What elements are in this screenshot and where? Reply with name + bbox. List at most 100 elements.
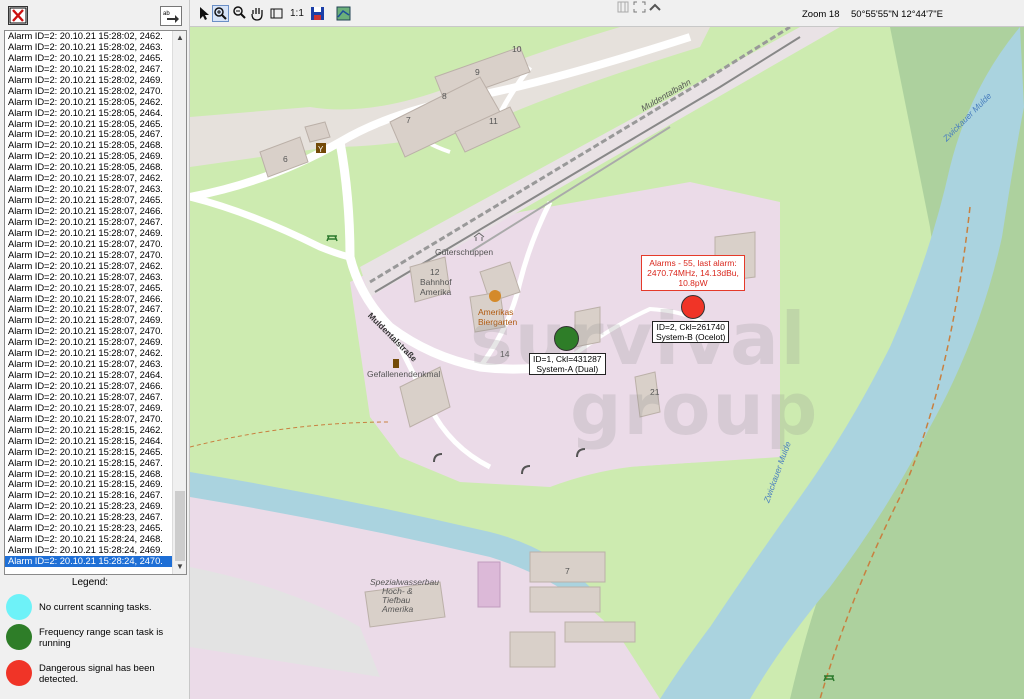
map-window-controls [616, 0, 661, 14]
scroll-up-icon[interactable]: ▲ [173, 31, 186, 45]
save-button[interactable] [309, 5, 326, 22]
export-alarms-button[interactable]: ab [160, 6, 182, 26]
legend-item-scanning: Frequency range scan task is running [6, 624, 186, 654]
alarm-list-item[interactable]: Alarm ID=2: 20.10.21 15:28:07, 2469. [5, 337, 173, 348]
alarm-list-item[interactable]: Alarm ID=2: 20.10.21 15:28:07, 2465. [5, 283, 173, 294]
cursor-coordinates: 50°55'55"N 12°44'7"E [851, 9, 943, 20]
alarm-list-item[interactable]: Alarm ID=2: 20.10.21 15:28:05, 2468. [5, 162, 173, 173]
alarm-list-scrollbar[interactable]: ▲ ▼ [172, 31, 186, 574]
zoom-out-tool-button[interactable] [231, 5, 248, 22]
alarm-list-item[interactable]: Alarm ID=2: 20.10.21 15:28:07, 2467. [5, 304, 173, 315]
zoom-out-icon [233, 6, 246, 19]
alarm-list-item[interactable]: Alarm ID=2: 20.10.21 15:28:07, 2466. [5, 206, 173, 217]
house-number: 8 [442, 91, 447, 101]
system-b-label: ID=2, Ckl=261740 System-B (Ocelot) [652, 321, 730, 343]
house-number: 21 [650, 387, 660, 397]
alarm-list-item[interactable]: Alarm ID=2: 20.10.21 15:28:07, 2462. [5, 173, 173, 184]
system-a-marker[interactable] [554, 326, 579, 351]
chevron-up-icon[interactable] [649, 3, 661, 11]
alarm-list-item[interactable]: Alarm ID=2: 20.10.21 15:28:15, 2467. [5, 458, 173, 469]
poi-label: Biergarten [478, 317, 518, 327]
place-label: Bahnhof [420, 277, 452, 287]
house-number: 7 [565, 566, 570, 576]
house-number: 6 [283, 154, 288, 164]
map-layers-icon [336, 6, 351, 21]
alarm-list[interactable]: Alarm ID=2: 20.10.21 15:28:02, 2462. Alar… [4, 30, 187, 575]
map-view[interactable]: Muldentalbahn Muldentalstraße Güterschup… [190, 27, 1024, 699]
satellite-dish-icon [433, 453, 443, 463]
zoom-in-tool-button[interactable] [212, 5, 229, 22]
alarm-list-item[interactable]: Alarm ID=2: 20.10.21 15:28:23, 2469. [5, 501, 173, 512]
idle-status-icon [6, 594, 32, 620]
alarm-list-item[interactable]: Alarm ID=2: 20.10.21 15:28:02, 2469. [5, 75, 173, 86]
alarm-list-item[interactable]: Alarm ID=2: 20.10.21 15:28:05, 2465. [5, 119, 173, 130]
danger-status-icon [6, 660, 32, 686]
alarm-list-item[interactable]: Alarm ID=2: 20.10.21 15:28:05, 2464. [5, 108, 173, 119]
zoom-rectangle-tool-button[interactable] [268, 5, 285, 22]
close-icon [9, 7, 27, 24]
system-a-id: ID=1, Ckl=431287 [533, 354, 602, 364]
house-number: 7 [406, 115, 411, 125]
alarm-list-item[interactable]: Alarm ID=2: 20.10.21 15:28:07, 2466. [5, 381, 173, 392]
legend-title: Legend: [71, 577, 109, 588]
alarm-list-item[interactable]: Alarm ID=2: 20.10.21 15:28:07, 2467. [5, 217, 173, 228]
alarm-list-item[interactable]: Alarm ID=2: 20.10.21 15:28:05, 2469. [5, 151, 173, 162]
alarm-list-item[interactable]: Alarm ID=2: 20.10.21 15:28:02, 2462. [5, 31, 173, 42]
alarm-list-item[interactable]: Alarm ID=2: 20.10.21 15:28:07, 2467. [5, 392, 173, 403]
expand-icon[interactable] [633, 1, 646, 13]
scale-1to1-button[interactable]: 1:1 [290, 8, 304, 19]
alarm-list-item[interactable]: Alarm ID=2: 20.10.21 15:28:07, 2464. [5, 370, 173, 381]
alarm-list-item[interactable]: Alarm ID=2: 20.10.21 15:28:15, 2462. [5, 425, 173, 436]
alarm-list-item[interactable]: Alarm ID=2: 20.10.21 15:28:07, 2463. [5, 359, 173, 370]
svg-text:ab: ab [163, 11, 170, 17]
alarm-list-item[interactable]: Alarm ID=2: 20.10.21 15:28:07, 2465. [5, 195, 173, 206]
alarm-list-item[interactable]: Alarm ID=2: 20.10.21 15:28:07, 2470. [5, 239, 173, 250]
picnic-icon [823, 675, 835, 682]
alarm-list-item[interactable]: Alarm ID=2: 20.10.21 15:28:07, 2466. [5, 294, 173, 305]
beer-garden-icon [489, 290, 501, 302]
scroll-down-icon[interactable]: ▼ [173, 560, 186, 574]
alarm-list-item[interactable]: Alarm ID=2: 20.10.21 15:28:07, 2470. [5, 326, 173, 337]
place-label: Amerika [420, 287, 452, 297]
grid-icon[interactable] [617, 1, 629, 13]
system-b-marker[interactable] [681, 295, 705, 319]
legend-text: No current scanning tasks. [39, 602, 152, 613]
alarm-list-item[interactable]: Alarm ID=2: 20.10.21 15:28:15, 2465. [5, 447, 173, 458]
alarm-list-item[interactable]: Alarm ID=2: 20.10.21 15:28:07, 2469. [5, 228, 173, 239]
alarm-list-item[interactable]: Alarm ID=2: 20.10.21 15:28:16, 2467. [5, 490, 173, 501]
alarm-list-item[interactable]: Alarm ID=2: 20.10.21 15:28:05, 2468. [5, 140, 173, 151]
alarm-list-item[interactable]: Alarm ID=2: 20.10.21 15:28:07, 2469. [5, 403, 173, 414]
alarm-list-item[interactable]: Alarm ID=2: 20.10.21 15:28:24, 2469. [5, 545, 173, 556]
alarm-list-item[interactable]: Alarm ID=2: 20.10.21 15:28:07, 2470. [5, 414, 173, 425]
alarm-list-item[interactable]: Alarm ID=2: 20.10.21 15:28:07, 2463. [5, 272, 173, 283]
clear-alarms-button[interactable] [8, 6, 28, 25]
pan-tool-button[interactable] [249, 5, 266, 22]
alarm-list-item[interactable]: Alarm ID=2: 20.10.21 15:28:02, 2465. [5, 53, 173, 64]
alarm-list-item[interactable]: Alarm ID=2: 20.10.21 15:28:07, 2470. [5, 250, 173, 261]
map-layers-button[interactable] [335, 5, 352, 22]
alarm-list-item[interactable]: Alarm ID=2: 20.10.21 15:28:02, 2463. [5, 42, 173, 53]
alarm-list-item[interactable]: Alarm ID=2: 20.10.21 15:28:24, 2468. [5, 534, 173, 545]
alarm-list-item[interactable]: Alarm ID=2: 20.10.21 15:28:15, 2464. [5, 436, 173, 447]
alarm-list-item[interactable]: Alarm ID=2: 20.10.21 15:28:23, 2467. [5, 512, 173, 523]
alarm-list-item[interactable]: Alarm ID=2: 20.10.21 15:28:23, 2465. [5, 523, 173, 534]
scrollbar-thumb[interactable] [175, 491, 185, 561]
alarm-list-item[interactable]: Alarm ID=2: 20.10.21 15:28:07, 2462. [5, 261, 173, 272]
restaurant-icon: Y [316, 143, 326, 154]
alarm-list-item[interactable]: Alarm ID=2: 20.10.21 15:28:02, 2470. [5, 86, 173, 97]
select-tool-button[interactable] [195, 5, 212, 22]
svg-text:Y: Y [318, 145, 324, 154]
alarm-list-item[interactable]: Alarm ID=2: 20.10.21 15:28:02, 2467. [5, 64, 173, 75]
alarm-list-item[interactable]: Alarm ID=2: 20.10.21 15:28:05, 2467. [5, 129, 173, 140]
house-number: 10 [512, 44, 522, 54]
system-a-label: ID=1, Ckl=431287 System-A (Dual) [529, 353, 606, 375]
alarm-list-item[interactable]: Alarm ID=2: 20.10.21 15:28:07, 2463. [5, 184, 173, 195]
alarm-list-item[interactable]: Alarm ID=2: 20.10.21 15:28:05, 2462. [5, 97, 173, 108]
alarm-list-item[interactable]: Alarm ID=2: 20.10.21 15:28:15, 2469. [5, 479, 173, 490]
alarm-list-item[interactable]: Alarm ID=2: 20.10.21 15:28:15, 2468. [5, 469, 173, 480]
alarm-list-item[interactable]: Alarm ID=2: 20.10.21 15:28:07, 2469. [5, 315, 173, 326]
alarm-list-item[interactable]: Alarm ID=2: 20.10.21 15:28:07, 2462. [5, 348, 173, 359]
alarm-list-item[interactable]: Alarm ID=2: 20.10.21 15:28:24, 2470. [5, 556, 173, 567]
house-number: 12 [430, 267, 440, 277]
picnic-icon [326, 235, 338, 242]
